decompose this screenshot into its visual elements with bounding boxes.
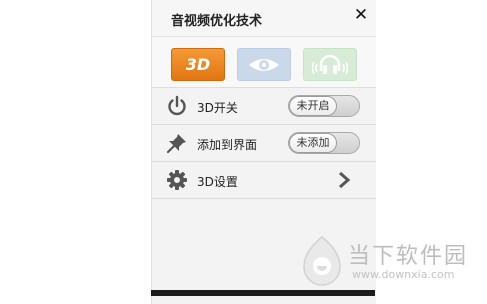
setting-label: 3D开关: [197, 101, 238, 115]
gear-icon: [167, 170, 187, 190]
watermark-url: www.downxia.com: [352, 268, 455, 281]
close-button[interactable]: ✕: [350, 4, 372, 26]
mode-headphones-button[interactable]: [303, 48, 357, 81]
panel-title: 音视频优化技术: [171, 14, 263, 29]
watermark-text: 当下软件园: [348, 244, 469, 269]
toggle-state-label: 未添加: [289, 133, 337, 153]
eye-icon: [249, 58, 279, 71]
setting-row-add-to-ui: 添加到界面 未添加: [152, 125, 376, 162]
3d-badge-icon: 3D: [185, 55, 211, 74]
3d-switch-toggle[interactable]: 未开启: [288, 95, 360, 117]
pin-icon: [166, 134, 186, 154]
setting-row-3d-switch: 3D开关 未开启: [152, 88, 376, 125]
setting-label: 3D设置: [197, 175, 238, 189]
watermark: 当下软件园 www.downxia.com: [300, 235, 487, 290]
panel-pointer-arrow: [168, 283, 182, 290]
panel-titlebar: 音视频优化技术 ✕: [152, 0, 376, 37]
add-to-ui-toggle[interactable]: 未添加: [288, 132, 360, 154]
chevron-right-icon[interactable]: [336, 170, 352, 190]
mode-3d-button[interactable]: 3D: [171, 48, 225, 81]
power-icon: [168, 95, 186, 116]
toggle-state-label: 未开启: [289, 96, 337, 116]
panel-bottom-bar: [151, 290, 375, 296]
setting-row-3d-settings[interactable]: 3D设置: [152, 162, 376, 199]
mode-selector: 3D: [152, 37, 376, 88]
mode-eye-button[interactable]: [237, 48, 291, 81]
headphones-icon: [312, 54, 348, 74]
watermark-logo-icon: [303, 236, 341, 286]
setting-label: 添加到界面: [197, 138, 258, 152]
